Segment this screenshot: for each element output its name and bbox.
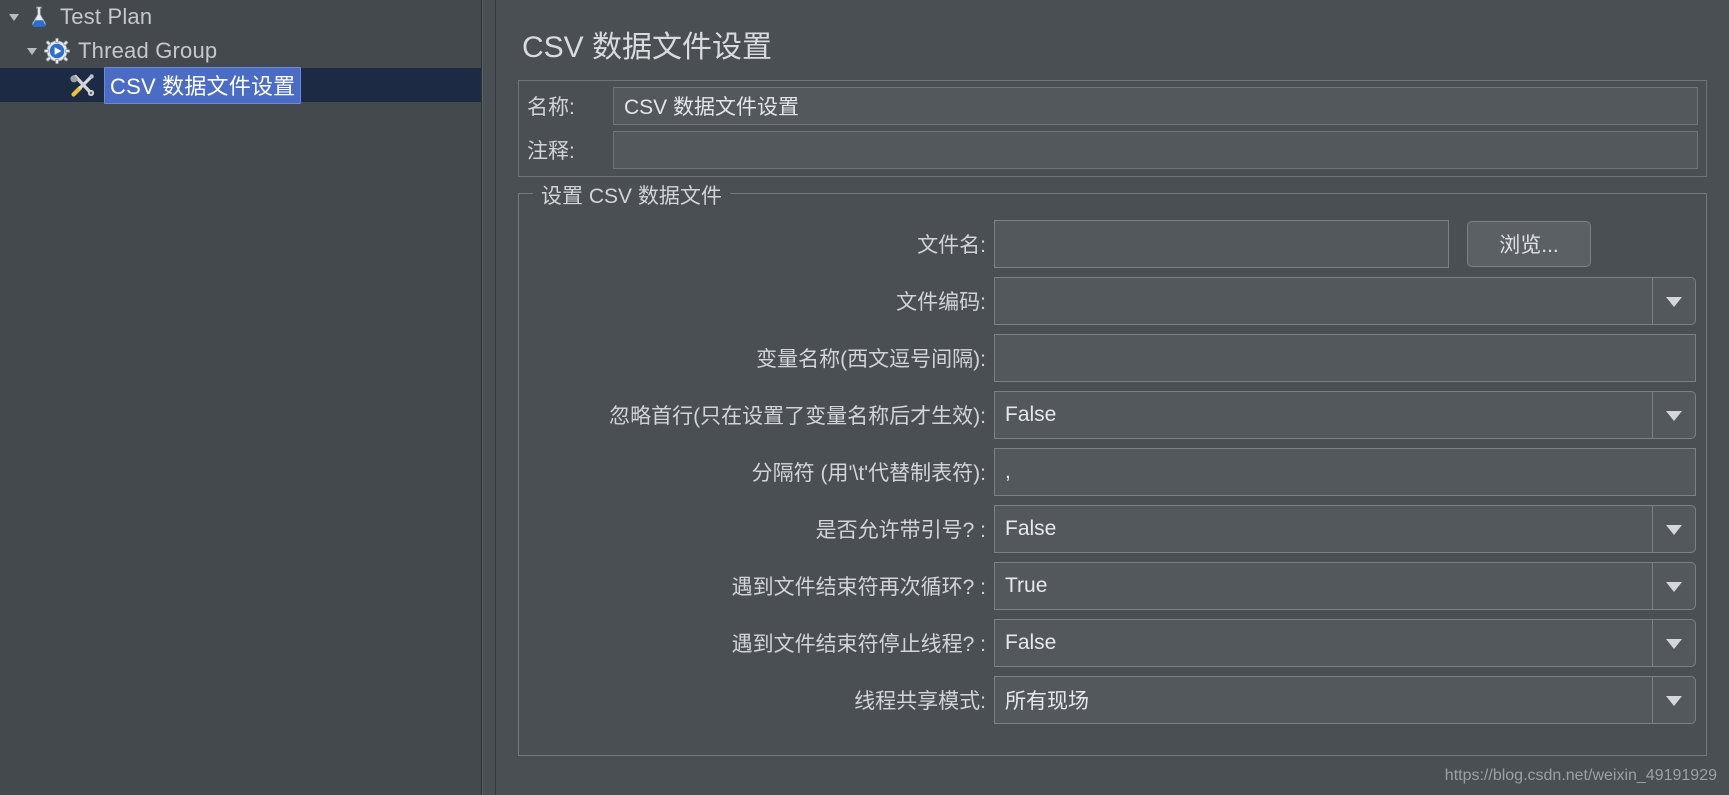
row-sharing-mode: 线程共享模式: 所有现场 <box>529 676 1696 724</box>
name-row: 名称: CSV 数据文件设置 <box>527 87 1698 125</box>
stop-thread-on-eof-value: False <box>994 619 1652 667</box>
allow-quoted-data-value: False <box>994 505 1652 553</box>
row-filename: 文件名: 浏览... <box>529 220 1696 268</box>
csv-settings-group: 设置 CSV 数据文件 文件名: 浏览... 文件编码: 变量名称(西文逗号间隔… <box>518 180 1707 756</box>
name-input[interactable]: CSV 数据文件设置 <box>613 87 1698 125</box>
delimiter-input[interactable]: , <box>994 448 1696 496</box>
file-encoding-combo[interactable] <box>994 277 1696 325</box>
file-encoding-label: 文件编码: <box>896 291 986 314</box>
row-delimiter: 分隔符 (用'\t'代替制表符): , <box>529 448 1696 496</box>
name-label: 名称: <box>527 96 575 119</box>
stop-thread-on-eof-combo[interactable]: False <box>994 619 1696 667</box>
chevron-down-icon[interactable] <box>1652 619 1696 667</box>
file-encoding-value <box>994 277 1652 325</box>
allow-quoted-data-combo[interactable]: False <box>994 505 1696 553</box>
chevron-down-icon[interactable] <box>1652 562 1696 610</box>
browse-button[interactable]: 浏览... <box>1467 221 1591 267</box>
tree-item-csv-data-set-config[interactable]: CSV 数据文件设置 <box>0 66 481 104</box>
page-title: CSV 数据文件设置 <box>522 31 773 64</box>
row-recycle-on-eof: 遇到文件结束符再次循环? : True <box>529 562 1696 610</box>
jmeter-window: Test Plan Thread Group CSV 数据文件设置 CSV 数据… <box>0 0 1729 795</box>
allow-quoted-data-label: 是否允许带引号? : <box>815 519 986 542</box>
ignore-first-line-label: 忽略首行(只在设置了变量名称后才生效): <box>609 405 986 428</box>
tree-item-thread-group[interactable]: Thread Group <box>0 34 481 68</box>
row-allow-quoted-data: 是否允许带引号? : False <box>529 505 1696 553</box>
expand-arrow-icon[interactable] <box>22 41 42 61</box>
comment-label: 注释: <box>527 140 575 163</box>
tree-item-test-plan[interactable]: Test Plan <box>0 0 481 34</box>
recycle-on-eof-value: True <box>994 562 1652 610</box>
csv-data-set-config-panel: CSV 数据文件设置 名称: CSV 数据文件设置 注释: 设置 CSV 数据文… <box>496 0 1729 795</box>
comment-input[interactable] <box>613 131 1698 169</box>
tree-item-label: Thread Group <box>78 38 218 63</box>
split-pane-divider[interactable] <box>482 0 496 795</box>
sharing-mode-combo[interactable]: 所有现场 <box>994 676 1696 724</box>
variable-names-label: 变量名称(西文逗号间隔): <box>756 348 986 371</box>
row-stop-thread-on-eof: 遇到文件结束符停止线程? : False <box>529 619 1696 667</box>
ignore-first-line-value: False <box>994 391 1652 439</box>
flask-icon <box>24 2 54 32</box>
row-variable-names: 变量名称(西文逗号间隔): <box>529 334 1696 382</box>
comment-row: 注释: <box>527 131 1698 169</box>
tree-item-label: Test Plan <box>60 4 153 29</box>
row-file-encoding: 文件编码: <box>529 277 1696 325</box>
chevron-down-icon[interactable] <box>1652 277 1696 325</box>
group-legend: 设置 CSV 数据文件 <box>533 180 730 210</box>
chevron-down-icon[interactable] <box>1652 391 1696 439</box>
chevron-down-icon[interactable] <box>1652 505 1696 553</box>
sharing-mode-label: 线程共享模式: <box>854 690 986 713</box>
sharing-mode-value: 所有现场 <box>994 676 1652 724</box>
delimiter-label: 分隔符 (用'\t'代替制表符): <box>751 462 986 485</box>
filename-label: 文件名: <box>917 234 986 257</box>
chevron-down-icon[interactable] <box>1652 676 1696 724</box>
watermark: https://blog.csdn.net/weixin_49191929 <box>1444 767 1717 784</box>
row-ignore-first-line: 忽略首行(只在设置了变量名称后才生效): False <box>529 391 1696 439</box>
recycle-on-eof-label: 遇到文件结束符再次循环? : <box>731 576 986 599</box>
tools-icon <box>68 70 98 100</box>
ignore-first-line-combo[interactable]: False <box>994 391 1696 439</box>
tree-item-label: CSV 数据文件设置 <box>104 66 302 104</box>
gear-play-icon <box>42 36 72 66</box>
filename-input[interactable] <box>994 220 1449 268</box>
stop-thread-on-eof-label: 遇到文件结束符停止线程? : <box>731 633 986 656</box>
variable-names-input[interactable] <box>994 334 1696 382</box>
expand-arrow-icon[interactable] <box>4 7 24 27</box>
recycle-on-eof-combo[interactable]: True <box>994 562 1696 610</box>
test-plan-tree[interactable]: Test Plan Thread Group CSV 数据文件设置 <box>0 0 482 795</box>
element-meta-box: 名称: CSV 数据文件设置 注释: <box>518 80 1707 177</box>
